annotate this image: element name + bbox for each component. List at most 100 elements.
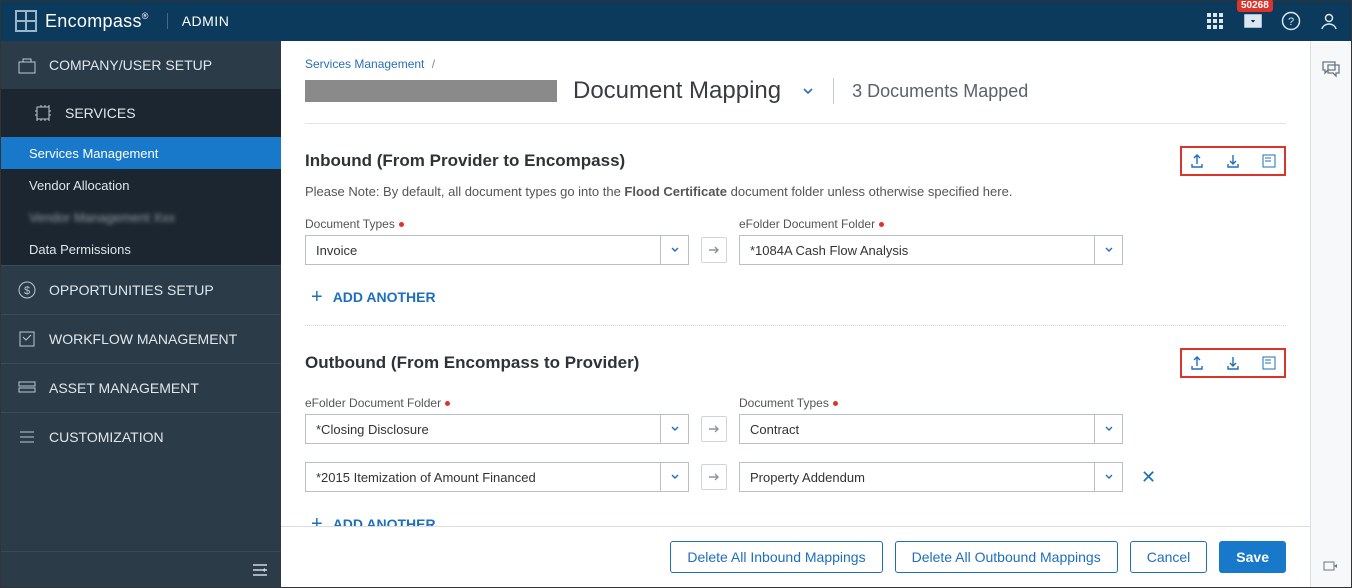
list-icon[interactable] [1260,152,1278,170]
chevron-down-icon [1094,463,1122,491]
cancel-button[interactable]: Cancel [1130,541,1208,573]
sub-label: Vendor Allocation [29,178,129,193]
select-value: *1084A Cash Flow Analysis [740,243,1094,258]
select-value: Property Addendum [740,470,1094,485]
export-icon[interactable] [1188,354,1206,372]
sidebar-label: CUSTOMIZATION [49,429,164,445]
field-label: eFolder Document Folder [305,396,441,410]
opportunities-icon: $ [17,280,37,300]
collapse-sidebar-icon[interactable] [251,563,269,577]
services-submenu: Services Management Vendor Allocation ​V… [1,137,281,265]
map-arrow-icon [701,416,727,442]
breadcrumb-sep: / [432,57,435,71]
svg-text:?: ? [1288,16,1294,28]
chevron-down-icon [1094,236,1122,264]
chat-icon[interactable] [1320,59,1342,79]
title-chevron-icon[interactable] [801,84,815,98]
export-icon[interactable] [1188,152,1206,170]
sidebar: COMPANY/USER SETUP SERVICES Services Man… [1,41,281,587]
delete-outbound-button[interactable]: Delete All Outbound Mappings [895,541,1118,573]
outbound-title: Outbound (From Encompass to Provider) [305,353,639,373]
content: Services Management / Document Mapping 3… [281,41,1311,587]
section-outbound: Outbound (From Encompass to Provider) eF… [305,326,1286,526]
outbound-mapping-row-1: eFolder Document Folder *Closing Disclos… [305,396,1286,444]
sidebar-label: ASSET MANAGEMENT [49,380,199,396]
right-rail [1311,41,1351,587]
mapped-count: 3 Documents Mapped [852,81,1028,102]
sidebar-sub-services-management[interactable]: Services Management [1,137,281,169]
outbound-doc-types-select-2[interactable]: Property Addendum [739,462,1123,492]
sidebar-item-services[interactable]: SERVICES [1,89,281,137]
chevron-down-icon [660,415,688,443]
help-icon[interactable]: ? [1281,11,1301,31]
section-inbound: Inbound (From Provider to Encompass) Ple… [305,124,1286,307]
required-dot-icon [879,222,884,227]
page-title: Document Mapping [573,77,781,105]
sidebar-sub-data-permissions[interactable]: Data Permissions [1,233,281,265]
inbound-mapping-row: Document Types Invoice eFolder Document … [305,217,1286,265]
brand-text: Encompass® [45,11,149,32]
inbox-icon[interactable]: 50268 [1243,11,1263,31]
sidebar-label: OPPORTUNITIES SETUP [49,282,214,298]
chevron-down-icon [1094,415,1122,443]
outbound-doc-types-select-1[interactable]: Contract [739,414,1123,444]
plus-icon: + [311,514,323,526]
title-divider [833,78,834,104]
add-label: ADD ANOTHER [333,516,436,526]
inbound-note: Please Note: By default, all document ty… [305,184,1286,199]
inbound-title: Inbound (From Provider to Encompass) [305,151,625,171]
company-icon [17,55,37,75]
chevron-down-icon [660,463,688,491]
sidebar-label: COMPANY/USER SETUP [49,57,212,73]
sidebar-item-opportunities-setup[interactable]: $ OPPORTUNITIES SETUP [1,266,281,314]
outbound-action-box [1180,348,1286,378]
outbound-doc-types-field: Document Types Contract [739,396,1123,444]
inbound-doc-types-select[interactable]: Invoice [305,235,689,265]
chevron-down-icon [660,236,688,264]
inbound-doc-types-field: Document Types Invoice [305,217,689,265]
select-value: Contract [740,422,1094,437]
sidebar-item-asset-management[interactable]: ASSET MANAGEMENT [1,364,281,412]
title-row: Document Mapping 3 Documents Mapped [281,77,1310,123]
breadcrumb-parent[interactable]: Services Management [305,57,424,71]
apps-icon[interactable] [1205,11,1225,31]
sidebar-item-workflow-management[interactable]: WORKFLOW MANAGEMENT [1,315,281,363]
brand-logo[interactable]: Encompass® [15,10,149,32]
inbound-efolder-select[interactable]: *1084A Cash Flow Analysis [739,235,1123,265]
topbar-actions: 50268 ? [1205,11,1339,31]
sidebar-sub-vendor-allocation[interactable]: Vendor Allocation [1,169,281,201]
select-value: *Closing Disclosure [306,422,660,437]
required-dot-icon [399,222,404,227]
outbound-efolder-select-2[interactable]: *2015 Itemization of Amount Financed [305,462,689,492]
inbound-efolder-field: eFolder Document Folder *1084A Cash Flow… [739,217,1123,265]
plus-icon: + [311,287,323,307]
sidebar-item-customization[interactable]: CUSTOMIZATION [1,413,281,461]
field-label: eFolder Document Folder [739,217,875,231]
sidebar-item-company-user-setup[interactable]: COMPANY/USER SETUP [1,41,281,89]
topbar: Encompass® ADMIN 50268 ? [1,1,1351,41]
inbound-add-another[interactable]: + ADD ANOTHER [311,287,1286,307]
required-dot-icon [833,401,838,406]
map-arrow-icon [701,237,727,263]
main: Services Management / Document Mapping 3… [281,41,1351,587]
collapse-rail-icon[interactable] [1322,559,1340,573]
outbound-mapping-row-2: *2015 Itemization of Amount Financed Pro… [305,462,1286,492]
sidebar-label: SERVICES [65,105,136,121]
outbound-efolder-field: eFolder Document Folder *Closing Disclos… [305,396,689,444]
asset-icon [17,378,37,398]
customization-icon [17,427,37,447]
delete-inbound-button[interactable]: Delete All Inbound Mappings [670,541,882,573]
select-value: Invoice [306,243,660,258]
sub-label: Services Management [29,146,158,161]
outbound-add-another[interactable]: + ADD ANOTHER [311,514,1286,526]
save-button[interactable]: Save [1219,541,1286,573]
outbound-efolder-select-1[interactable]: *Closing Disclosure [305,414,689,444]
breadcrumb: Services Management / [281,41,1310,77]
sidebar-sub-redacted[interactable]: ​Vendor Management Xxx [1,201,281,233]
import-icon[interactable] [1224,152,1242,170]
list-icon[interactable] [1260,354,1278,372]
import-icon[interactable] [1224,354,1242,372]
user-icon[interactable] [1319,11,1339,31]
required-dot-icon [445,401,450,406]
remove-row-icon[interactable]: ✕ [1141,467,1156,488]
